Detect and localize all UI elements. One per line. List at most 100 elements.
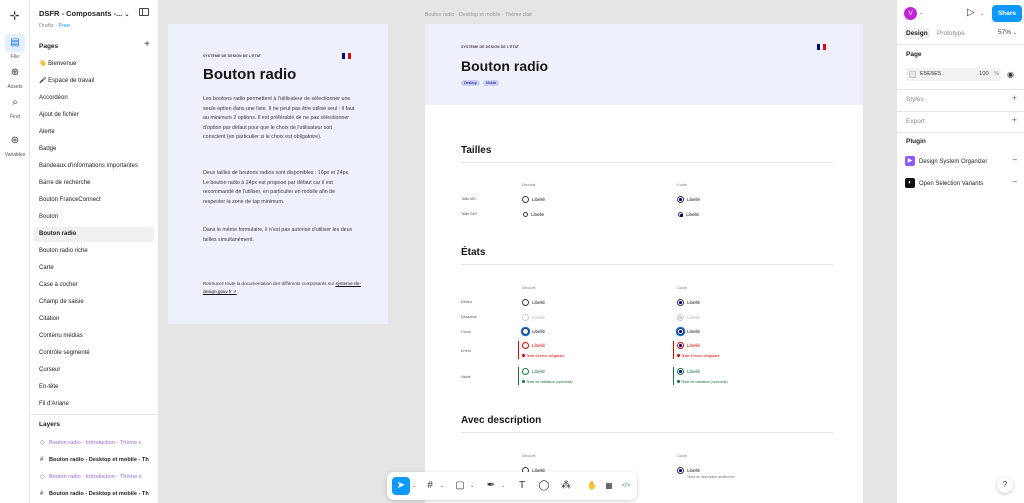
rail-file[interactable]: ▤ File bbox=[0, 34, 30, 60]
remove-icon[interactable]: – bbox=[1013, 155, 1017, 164]
drafts-link[interactable]: Drafts bbox=[39, 23, 54, 29]
radio-valid-checked[interactable] bbox=[677, 368, 684, 375]
text-tool-icon[interactable]: T bbox=[513, 477, 531, 495]
layer-item[interactable]: # Bouton radio - Desktop et mobile - Th bbox=[34, 452, 158, 469]
page-item[interactable]: Accordéon bbox=[34, 91, 154, 106]
move-tool-icon[interactable]: ➤ bbox=[392, 477, 410, 495]
success-bar bbox=[673, 367, 674, 385]
remove-icon[interactable]: – bbox=[1013, 177, 1017, 186]
page-item[interactable]: Contrôle segmenté bbox=[34, 346, 154, 361]
col-header-unchecked: Décoché bbox=[522, 454, 536, 458]
page-item[interactable]: Carte bbox=[34, 261, 154, 276]
layer-item[interactable]: ◇ Bouton radio - Introduction - Thème c bbox=[34, 435, 158, 452]
left-panel: DSFR - Composants -... ⌄ Drafts Free Pages… bbox=[30, 0, 159, 503]
layer-item[interactable]: ◇ Bouton radio - Introduction - Thème s bbox=[34, 469, 158, 486]
chevron-down-icon[interactable]: ⌄ bbox=[412, 483, 416, 489]
zoom-menu[interactable]: 57% ⌄ bbox=[998, 29, 1017, 36]
page-item[interactable]: Bouton FranceConnect bbox=[34, 193, 154, 208]
plugin-item[interactable]: ▶ Design System Organizer bbox=[905, 156, 987, 168]
fill-opacity[interactable]: 100 bbox=[979, 71, 989, 77]
page-item[interactable]: Curseur bbox=[34, 363, 154, 378]
add-page-icon[interactable]: + bbox=[144, 39, 150, 50]
rail-assets[interactable]: ⊕ Assets bbox=[0, 64, 30, 90]
radio-checked[interactable] bbox=[677, 196, 684, 203]
chevron-down-icon[interactable]: ⌄ bbox=[470, 483, 474, 489]
rail-find[interactable]: ⌕ Find bbox=[0, 94, 30, 120]
divider bbox=[461, 432, 833, 433]
layers-header: Layers bbox=[39, 421, 60, 428]
actions-icon[interactable]: ⁂ bbox=[557, 477, 575, 495]
figma-logo-icon[interactable]: ⊹ bbox=[10, 9, 19, 22]
page-item-selected[interactable]: Bouton radio bbox=[34, 227, 154, 242]
radio-unchecked-small[interactable] bbox=[523, 212, 528, 217]
rail-variables-label: Variables bbox=[4, 152, 26, 158]
page-item[interactable]: Barre de recherche bbox=[34, 176, 154, 191]
page-item[interactable]: En-tête bbox=[34, 380, 154, 395]
code-icon[interactable]: </> bbox=[617, 477, 635, 495]
radio-focus-checked[interactable] bbox=[677, 328, 684, 335]
comment-tool-icon[interactable]: ◯ bbox=[535, 477, 553, 495]
frame-label[interactable]: Bouton radio - Desktop et mobile - Thème… bbox=[425, 12, 532, 18]
error-message: Texte d'erreur obligatoire bbox=[677, 354, 719, 358]
tab-prototype[interactable]: Prototype bbox=[935, 28, 967, 39]
plugin-item[interactable]: ◐ Open Selection Variants bbox=[905, 178, 983, 190]
radio-checked-small[interactable] bbox=[678, 212, 683, 217]
chevron-down-icon[interactable]: ⌄ bbox=[501, 483, 505, 489]
panel-toggle-icon[interactable] bbox=[139, 8, 149, 16]
search-icon: ⌕ bbox=[12, 97, 18, 108]
add-style-icon[interactable]: + bbox=[1012, 93, 1017, 103]
radio-default[interactable] bbox=[522, 299, 529, 306]
page-item[interactable]: Citation bbox=[34, 312, 154, 327]
radio-error[interactable] bbox=[522, 342, 529, 349]
rail-variables[interactable]: ⊛ Variables bbox=[0, 132, 30, 158]
share-button[interactable]: Share bbox=[992, 5, 1022, 22]
file-name-menu[interactable]: DSFR - Composants -... ⌄ bbox=[39, 9, 129, 18]
page-fill-row[interactable]: E5E5E5 100 % bbox=[906, 68, 1001, 81]
shape-tool-icon[interactable]: ▢ bbox=[451, 477, 469, 495]
page-item[interactable]: Ajout de fichier bbox=[34, 108, 154, 123]
radio-focus[interactable] bbox=[522, 328, 529, 335]
col-header-checked: Coché bbox=[677, 286, 687, 290]
help-button[interactable]: ? bbox=[997, 477, 1013, 493]
chevron-down-icon[interactable]: ⌄ bbox=[440, 483, 444, 489]
success-text: Texte de validation (optionnel) bbox=[681, 380, 728, 384]
radio-unchecked[interactable] bbox=[522, 196, 529, 203]
page-item[interactable]: Bouton radio riche bbox=[34, 244, 154, 259]
eye-icon[interactable]: ◉ bbox=[1007, 70, 1014, 79]
page-item[interactable]: Alerte bbox=[34, 125, 154, 140]
radio-error-checked[interactable] bbox=[677, 342, 684, 349]
radio-valid[interactable] bbox=[522, 368, 529, 375]
row-label: Taille MD bbox=[461, 197, 476, 201]
fill-hex[interactable]: E5E5E5 bbox=[920, 71, 941, 77]
page-item[interactable]: 👋 Bienvenue bbox=[34, 57, 154, 72]
page-item[interactable]: Champ de saisie bbox=[34, 295, 154, 310]
hand-tool-icon[interactable]: ✋ bbox=[583, 477, 601, 495]
present-icon[interactable]: ▷ bbox=[967, 7, 975, 18]
layer-item[interactable]: # Bouton radio - Desktop et mobile - Th bbox=[34, 486, 158, 503]
card-footer: Retrouvez toute la documentation des dif… bbox=[203, 280, 363, 296]
frame-icon: # bbox=[40, 457, 44, 463]
frame-tool-icon[interactable]: # bbox=[421, 477, 439, 495]
page-item[interactable]: Fil d'Ariane bbox=[34, 397, 154, 412]
radio-default-checked[interactable] bbox=[677, 299, 684, 306]
chevron-down-icon[interactable]: ⌄ bbox=[919, 10, 923, 16]
page-item[interactable]: 🎤 Espace de travail bbox=[34, 74, 154, 89]
chevron-down-icon[interactable]: ⌄ bbox=[980, 11, 984, 17]
radio-checked[interactable] bbox=[677, 467, 684, 474]
page-item[interactable]: Bandeaux d'informations importantes bbox=[34, 159, 154, 174]
page-item[interactable]: Contenu médias bbox=[34, 329, 154, 344]
add-export-icon[interactable]: + bbox=[1012, 115, 1017, 125]
avatar[interactable]: V bbox=[904, 7, 917, 20]
page-item[interactable]: Bouton bbox=[34, 210, 154, 225]
intro-frame[interactable]: SYSTÈME DE DESIGN DE L'ÉTAT Bouton radio… bbox=[168, 24, 388, 324]
pen-tool-icon[interactable]: ✒ bbox=[482, 477, 500, 495]
page-item[interactable]: Case à cocher bbox=[34, 278, 154, 293]
card-paragraph: Dans le même formulaire, il n'est pas au… bbox=[203, 227, 353, 243]
canvas[interactable]: Bouton radio - Desktop et mobile - Thème… bbox=[159, 0, 896, 503]
dev-mode-icon[interactable]: ▦ bbox=[600, 477, 618, 495]
tab-design[interactable]: Design bbox=[904, 28, 930, 39]
error-icon bbox=[677, 354, 680, 357]
color-swatch[interactable] bbox=[909, 71, 916, 78]
desktop-mobile-frame[interactable]: SYSTÈME DE DESIGN DE L'ÉTAT Bouton radio… bbox=[425, 24, 863, 503]
page-item[interactable]: Badge bbox=[34, 142, 154, 157]
